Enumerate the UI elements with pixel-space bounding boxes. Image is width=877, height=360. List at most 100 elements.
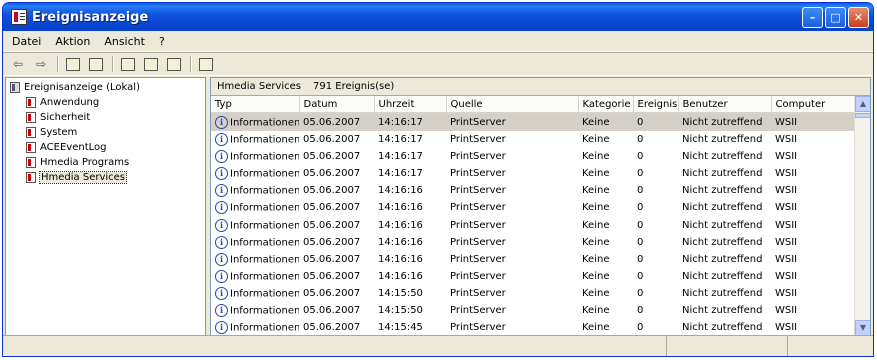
table-row[interactable]: i Informationen 05.06.2007 14:15:50 PrintSer…: [211, 302, 856, 319]
tree-item-aceeventlog[interactable]: ACEEventLog: [6, 140, 205, 155]
cell-datum: 05.06.2007: [303, 202, 361, 214]
cell-datum: 05.06.2007: [303, 253, 361, 265]
table-row[interactable]: i Informationen 05.06.2007 14:16:16 PrintSer…: [211, 182, 856, 199]
main-content: Ereignisanzeige (Lokal) Anwendung Sicher…: [5, 77, 871, 337]
cell-computer: WSII: [775, 304, 798, 316]
cell-computer: WSII: [775, 270, 798, 282]
tree-item-anwendung[interactable]: Anwendung: [6, 95, 205, 110]
column-header-computer[interactable]: Computer: [771, 96, 857, 114]
export-list-icon[interactable]: [165, 55, 183, 73]
table-row[interactable]: i Informationen 05.06.2007 14:16:17 PrintSer…: [211, 131, 856, 148]
maximize-button[interactable]: □: [825, 6, 846, 28]
cell-benutzer: Nicht zutreffend: [682, 253, 763, 265]
back-arrow-icon[interactable]: ⇦: [9, 55, 27, 73]
column-header-uhrzeit[interactable]: Uhrzeit: [374, 96, 447, 114]
cell-ereignis: 0: [637, 185, 644, 197]
cell-uhrzeit: 14:16:16: [378, 219, 423, 231]
cell-quelle: PrintServer: [450, 236, 506, 248]
table-row[interactable]: i Informationen 05.06.2007 14:16:17 PrintSer…: [211, 148, 856, 165]
cell-datum: 05.06.2007: [303, 168, 361, 180]
tree-item-hmedia-services[interactable]: Hmedia Services: [6, 170, 205, 185]
cell-benutzer: Nicht zutreffend: [682, 134, 763, 146]
column-header-typ[interactable]: Typ: [211, 96, 300, 114]
tree-item-sicherheit[interactable]: Sicherheit: [6, 110, 205, 125]
table-row[interactable]: i Informationen 05.06.2007 14:16:16 PrintSer…: [211, 217, 856, 234]
close-button[interactable]: ✕: [848, 6, 869, 28]
help-icon[interactable]: [197, 55, 215, 73]
cell-benutzer: Nicht zutreffend: [682, 168, 763, 180]
event-type-label: Informationen: [230, 117, 299, 129]
info-icon: i: [215, 286, 228, 300]
cell-benutzer: Nicht zutreffend: [682, 304, 763, 316]
table-row[interactable]: i Informationen 05.06.2007 14:16:16 PrintSer…: [211, 251, 856, 268]
show-tree-icon[interactable]: [87, 55, 105, 73]
cell-uhrzeit: 14:16:16: [378, 253, 423, 265]
cell-computer: WSII: [775, 168, 798, 180]
table-row[interactable]: i Informationen 05.06.2007 14:16:17 PrintSer…: [211, 113, 856, 132]
cell-kategorie: Keine: [582, 134, 610, 146]
scroll-thumb[interactable]: [855, 113, 870, 118]
cell-uhrzeit: 14:16:17: [374, 113, 446, 132]
column-header-ereignis[interactable]: Ereignis: [633, 96, 679, 114]
info-icon: i: [215, 184, 228, 198]
table-row[interactable]: i Informationen 05.06.2007 14:16:16 PrintSer…: [211, 199, 856, 216]
cell-ereignis: 0: [637, 151, 644, 163]
cell-ereignis: 0: [637, 219, 644, 231]
up-folder-icon[interactable]: [64, 55, 82, 73]
cell-typ: i Informationen: [211, 234, 299, 251]
cell-ereignis: 0: [637, 202, 644, 214]
cell-typ: i Informationen: [211, 302, 299, 319]
column-header-benutzer[interactable]: Benutzer: [678, 96, 772, 114]
cell-benutzer: Nicht zutreffend: [682, 185, 763, 197]
table-row[interactable]: i Informationen 05.06.2007 14:16:17 PrintSer…: [211, 165, 856, 182]
cell-typ: i Informationen: [211, 199, 299, 216]
cell-computer: WSII: [775, 185, 798, 197]
computer-log-icon: [10, 82, 20, 93]
minimize-button[interactable]: –: [802, 6, 823, 28]
cell-kategorie: Keine: [582, 202, 610, 214]
cell-benutzer: Nicht zutreffend: [682, 202, 763, 214]
cell-datum: 05.06.2007: [303, 151, 361, 163]
forward-arrow-icon[interactable]: ⇨: [32, 55, 50, 73]
cell-typ: i Informationen: [211, 268, 299, 285]
refresh-icon[interactable]: [142, 55, 160, 73]
scroll-up-icon[interactable]: ▲: [855, 96, 870, 112]
cell-uhrzeit: 14:15:50: [378, 304, 423, 316]
cell-typ: i Informationen: [211, 251, 299, 268]
properties-icon[interactable]: [119, 55, 137, 73]
cell-computer: WSII: [775, 134, 798, 146]
cell-computer: WSII: [775, 202, 798, 214]
cell-ereignis: 0: [633, 113, 678, 132]
cell-datum: 05.06.2007: [303, 185, 361, 197]
cell-quelle: PrintServer: [450, 202, 506, 214]
column-header-kategorie[interactable]: Kategorie: [578, 96, 634, 114]
table-row[interactable]: i Informationen 05.06.2007 14:16:16 PrintSer…: [211, 234, 856, 251]
table-row[interactable]: i Informationen 05.06.2007 14:15:50 PrintSer…: [211, 285, 856, 302]
event-type-label: Informationen: [230, 185, 299, 197]
cell-uhrzeit: 14:16:16: [378, 270, 423, 282]
title-bar[interactable]: Ereignisanzeige – □ ✕: [3, 3, 873, 31]
scroll-down-icon[interactable]: ▼: [855, 320, 870, 336]
cell-datum: 05.06.2007: [303, 219, 361, 231]
cell-kategorie: Keine: [582, 253, 610, 265]
cell-typ: i Informationen: [211, 148, 299, 165]
menu-help[interactable]: ?: [152, 35, 172, 48]
tree-item-system[interactable]: System: [6, 125, 205, 140]
column-header-quelle[interactable]: Quelle: [446, 96, 579, 114]
menu-aktion[interactable]: Aktion: [48, 35, 97, 48]
cell-typ: i Informationen: [211, 113, 299, 132]
info-icon: i: [215, 269, 228, 283]
tree-root[interactable]: Ereignisanzeige (Lokal): [6, 80, 205, 95]
table-row[interactable]: i Informationen 05.06.2007 14:16:16 PrintSer…: [211, 268, 856, 285]
cell-quelle: PrintServer: [450, 321, 506, 333]
cell-ereignis: 0: [637, 287, 644, 299]
column-header-datum[interactable]: Datum: [299, 96, 375, 114]
menu-ansicht[interactable]: Ansicht: [97, 35, 152, 48]
cell-computer: WSII: [771, 113, 856, 132]
table-row[interactable]: i Informationen 05.06.2007 14:15:45 PrintSer…: [211, 319, 856, 336]
vertical-scrollbar[interactable]: ▲ ▼: [854, 96, 870, 336]
tree-item-hmedia-programs[interactable]: Hmedia Programs: [6, 155, 205, 170]
menu-datei[interactable]: Datei: [5, 35, 48, 48]
info-icon: i: [215, 133, 228, 147]
cell-kategorie: Keine: [582, 304, 610, 316]
